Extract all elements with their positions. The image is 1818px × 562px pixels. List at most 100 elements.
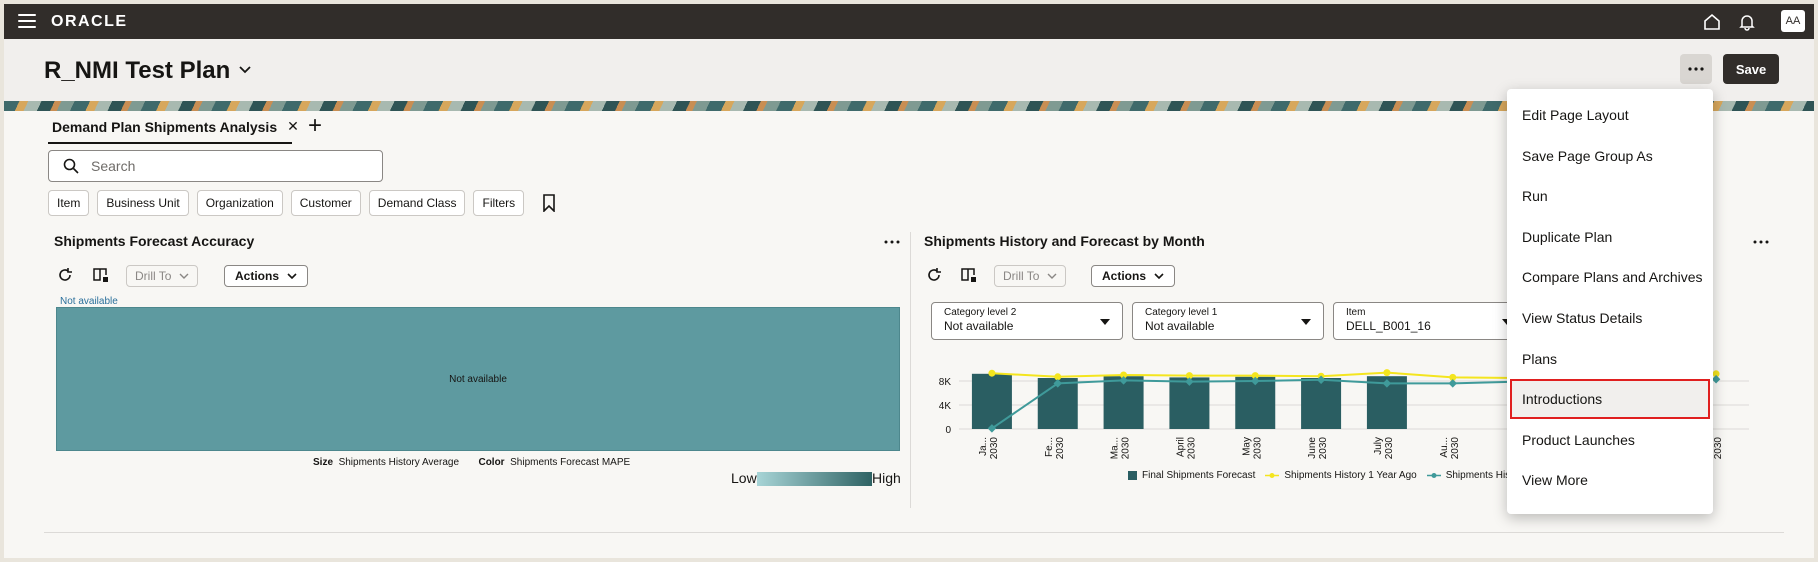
filter-chip-demand-class[interactable]: Demand Class: [368, 190, 466, 216]
color-label: Color: [478, 457, 505, 468]
x-tick-label: Ja...: [978, 437, 989, 456]
x-tick-label: 2030: [989, 437, 1000, 460]
chevron-down-icon[interactable]: [238, 65, 252, 75]
add-tab-icon[interactable]: +: [308, 114, 322, 138]
x-tick-label: 2030: [1055, 437, 1066, 460]
save-button[interactable]: Save: [1723, 54, 1779, 84]
bar[interactable]: [971, 373, 1012, 429]
data-point[interactable]: [1711, 374, 1721, 384]
x-tick-label: Ma...: [1110, 437, 1121, 459]
search-field[interactable]: [48, 150, 383, 182]
y-tick-label: 0: [945, 425, 951, 436]
legend-item[interactable]: Shipments His...: [1426, 470, 1519, 481]
x-tick-label: 2030: [1384, 437, 1395, 460]
treemap-text: Not available: [449, 373, 507, 385]
book-icon[interactable]: [960, 266, 978, 284]
filter-chip-customer[interactable]: Customer: [290, 190, 361, 216]
panel-divider: [910, 232, 911, 508]
global-header: ORACLE AA: [4, 4, 1814, 39]
x-tick-label: 2030: [1186, 437, 1197, 460]
treemap[interactable]: Not available: [56, 307, 900, 451]
y-tick-label: 8K: [939, 377, 952, 388]
left-drill-to-select: Drill To: [126, 265, 199, 287]
size-label: Size: [313, 457, 334, 468]
data-point[interactable]: [1383, 369, 1391, 377]
actions-label: Actions: [235, 269, 280, 283]
filter-chip-item[interactable]: Item: [48, 190, 90, 216]
app-frame: ORACLE AA R_NMI Test Plan Save Demand Pl…: [4, 4, 1814, 558]
data-point[interactable]: [1448, 379, 1457, 388]
chevron-down-icon: [179, 273, 189, 279]
legend-label: Final Shipments Forecast: [1142, 470, 1256, 481]
not-available-link[interactable]: Not available: [60, 296, 118, 307]
menu-item-plans[interactable]: Plans: [1507, 339, 1713, 379]
search-icon: [63, 158, 79, 174]
active-tab-indicator: [48, 142, 292, 144]
filter-chips: Item Business Unit Organization Customer…: [48, 190, 556, 216]
more-options-menu: Edit Page Layout Save Page Group As Run Dup…: [1507, 89, 1713, 514]
bell-icon[interactable]: [1737, 12, 1757, 32]
category-level-2-select[interactable]: Category level 2 Not available: [931, 302, 1123, 340]
filter-chip-filters[interactable]: Filters: [473, 190, 525, 216]
x-tick-label: June: [1307, 437, 1318, 459]
item-select[interactable]: Item DELL_B001_16: [1333, 302, 1525, 340]
menu-item-duplicate-plan[interactable]: Duplicate Plan: [1507, 217, 1713, 257]
x-tick-label: 2030: [1450, 437, 1461, 460]
menu-item-view-more[interactable]: View More: [1507, 460, 1713, 500]
refresh-icon[interactable]: [925, 266, 943, 284]
select-label: Category level 1: [1145, 307, 1218, 318]
menu-item-edit-page-layout[interactable]: Edit Page Layout: [1507, 95, 1713, 135]
category-level-1-select[interactable]: Category level 1 Not available: [1132, 302, 1324, 340]
gradient-legend-bar: [757, 472, 872, 486]
x-tick-label: July: [1373, 437, 1384, 455]
bookmark-icon[interactable]: [542, 194, 556, 212]
menu-item-run[interactable]: Run: [1507, 176, 1713, 216]
filter-chip-organization[interactable]: Organization: [196, 190, 283, 216]
right-panel-more-icon[interactable]: [1753, 240, 1769, 244]
size-value: Shipments History Average: [338, 457, 460, 468]
menu-item-compare-plans-and-archives[interactable]: Compare Plans and Archives: [1507, 257, 1713, 297]
close-icon[interactable]: ✕: [287, 118, 299, 135]
select-value: DELL_B001_16: [1346, 319, 1431, 333]
menu-item-introductions[interactable]: Introductions: [1510, 379, 1710, 420]
left-panel-title: Shipments Forecast Accuracy: [54, 233, 255, 249]
right-actions-button[interactable]: Actions: [1091, 265, 1176, 287]
menu-item-view-status-details[interactable]: View Status Details: [1507, 298, 1713, 338]
caret-down-icon: [1100, 319, 1110, 325]
legend-swatch: [1426, 473, 1441, 478]
bar[interactable]: [1301, 378, 1342, 429]
left-actions-button[interactable]: Actions: [224, 265, 309, 287]
chart-legend: Final Shipments Forecast Shipments Histor…: [1128, 470, 1519, 481]
x-tick-label: 2030: [1252, 437, 1263, 460]
actions-label: Actions: [1102, 269, 1147, 283]
oracle-logo: ORACLE: [51, 13, 128, 30]
left-panel-more-icon[interactable]: [884, 240, 900, 244]
data-point[interactable]: [988, 369, 996, 377]
select-value: Not available: [944, 319, 1014, 333]
tab-label: Demand Plan Shipments Analysis: [52, 118, 278, 135]
menu-item-save-page-group-as[interactable]: Save Page Group As: [1507, 136, 1713, 176]
legend-swatch: [1128, 471, 1137, 480]
gradient-high-label: High: [872, 470, 901, 486]
home-icon[interactable]: [1702, 12, 1722, 32]
right-panel-title: Shipments History and Forecast by Month: [924, 233, 1205, 249]
bottom-divider: [44, 532, 1784, 533]
select-label: Category level 2: [944, 307, 1017, 318]
filter-chip-business-unit[interactable]: Business Unit: [97, 190, 189, 216]
legend-item[interactable]: Shipments History 1 Year Ago: [1265, 470, 1417, 481]
refresh-icon[interactable]: [56, 266, 74, 284]
user-avatar[interactable]: AA: [1781, 10, 1805, 32]
x-tick-label: Fe...: [1044, 437, 1055, 457]
legend-item[interactable]: Final Shipments Forecast: [1128, 470, 1255, 481]
tab-demand-plan-shipments-analysis[interactable]: Demand Plan Shipments Analysis ✕: [52, 118, 299, 135]
gradient-low-label: Low: [731, 470, 757, 486]
treemap-legend: Size Shipments History Average Color Shi…: [313, 457, 630, 468]
book-icon[interactable]: [92, 266, 110, 284]
search-input[interactable]: [91, 158, 351, 174]
x-tick-label: April: [1175, 437, 1186, 457]
more-options-button[interactable]: [1680, 54, 1712, 84]
x-tick-label: 2030: [1121, 437, 1132, 460]
menu-item-product-launches[interactable]: Product Launches: [1507, 420, 1713, 460]
x-tick-label: May: [1241, 437, 1252, 456]
hamburger-menu-icon[interactable]: [18, 14, 36, 28]
